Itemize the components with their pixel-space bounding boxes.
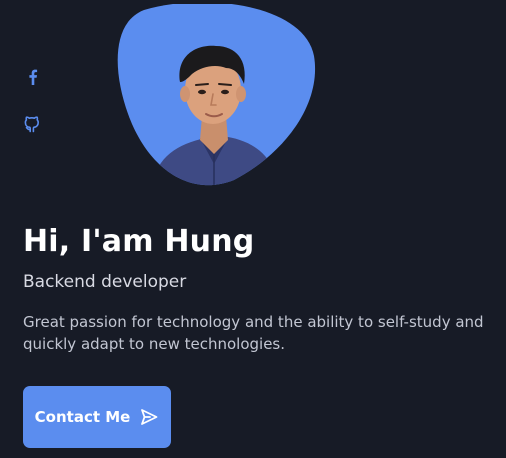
hero-title: Hi, I'am Hung [23, 224, 255, 259]
social-links [22, 66, 44, 160]
facebook-icon [22, 66, 44, 88]
contact-me-label: Contact Me [34, 408, 131, 426]
facebook-link[interactable] [22, 66, 44, 88]
github-icon [22, 113, 44, 135]
hero-subtitle: Backend developer [23, 272, 187, 292]
contact-me-button[interactable]: Contact Me [23, 386, 171, 448]
send-icon [139, 407, 159, 427]
hero-description: Great passion for technology and the abi… [23, 313, 484, 353]
home-section: Hi, I'am Hung Backend developer Great pa… [0, 0, 506, 458]
profile-avatar [114, 4, 316, 190]
github-link[interactable] [22, 113, 44, 135]
